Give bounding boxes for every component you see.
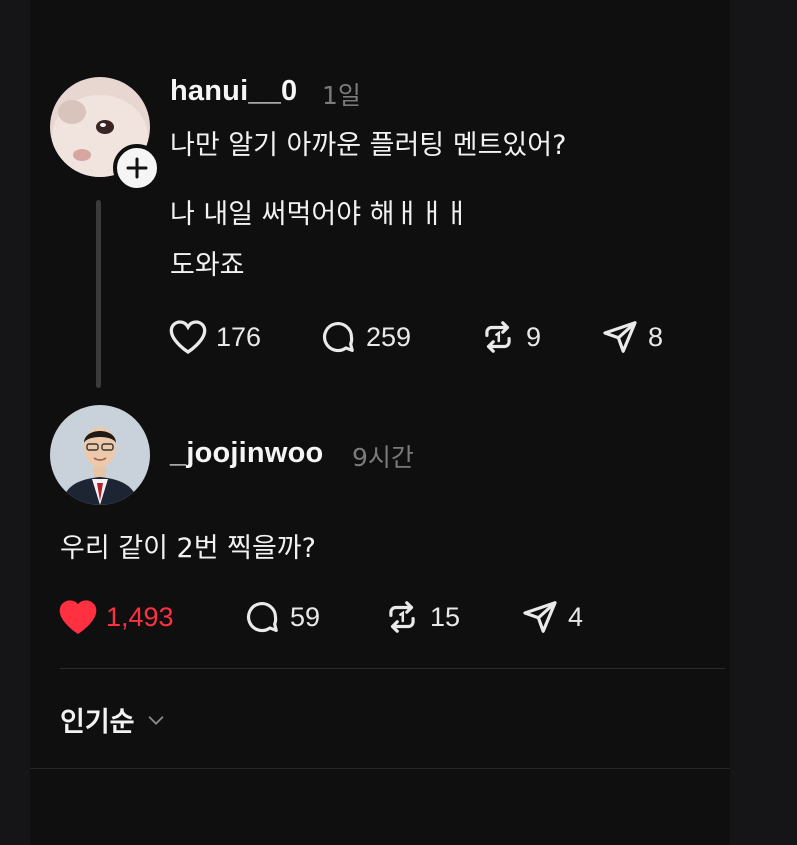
like-button[interactable]: 1,493 <box>58 598 242 636</box>
follow-button[interactable] <box>113 144 161 192</box>
post-text-line-3: 도와죠 <box>170 250 245 281</box>
post-actions: 176 259 9 8 <box>168 318 663 356</box>
like-button[interactable]: 176 <box>168 318 318 356</box>
like-count: 1,493 <box>106 601 174 632</box>
reply-username[interactable]: _joojinwoo <box>170 437 323 470</box>
share-button[interactable]: 4 <box>520 598 583 636</box>
heart-icon <box>169 320 207 354</box>
sort-dropdown[interactable]: 인기순 <box>60 700 167 739</box>
send-icon <box>603 321 637 353</box>
chevron-down-icon <box>148 715 163 725</box>
repost-button[interactable]: 9 <box>478 318 600 356</box>
avatar[interactable] <box>50 405 150 505</box>
post-username[interactable]: hanui__0 <box>170 75 297 108</box>
post-timestamp: 1일 <box>322 81 361 110</box>
reply-actions: 1,493 59 15 4 <box>58 598 583 636</box>
like-count: 176 <box>216 321 262 352</box>
repost-count: 15 <box>430 601 461 632</box>
repost-icon <box>485 321 511 353</box>
reply-text: 우리 같이 2번 찍을까? <box>60 533 316 564</box>
comment-icon <box>246 602 278 633</box>
thread-connector-line <box>96 200 101 388</box>
repost-count: 9 <box>526 321 542 352</box>
profile-photo <box>50 405 150 505</box>
comment-count: 59 <box>290 601 321 632</box>
post-text-line-2: 나 내일 써먹어야 해ㅐㅐㅐ <box>170 199 469 230</box>
share-count: 4 <box>568 601 584 632</box>
sort-label: 인기순 <box>60 707 135 738</box>
divider <box>30 768 730 769</box>
comment-count: 259 <box>366 321 412 352</box>
comment-icon <box>322 322 354 353</box>
reply-timestamp: 9시간 <box>352 443 414 472</box>
heart-filled-icon <box>59 600 97 634</box>
send-icon <box>523 601 557 633</box>
divider <box>60 668 725 669</box>
share-count: 8 <box>648 321 664 352</box>
comment-button[interactable]: 259 <box>318 318 478 356</box>
post-text-line-1: 나만 알기 아까운 플러팅 멘트있어? <box>170 130 567 161</box>
plus-icon <box>126 157 148 179</box>
repost-icon <box>389 601 415 633</box>
comment-button[interactable]: 59 <box>242 598 382 636</box>
repost-button[interactable]: 15 <box>382 598 520 636</box>
share-button[interactable]: 8 <box>600 318 663 356</box>
